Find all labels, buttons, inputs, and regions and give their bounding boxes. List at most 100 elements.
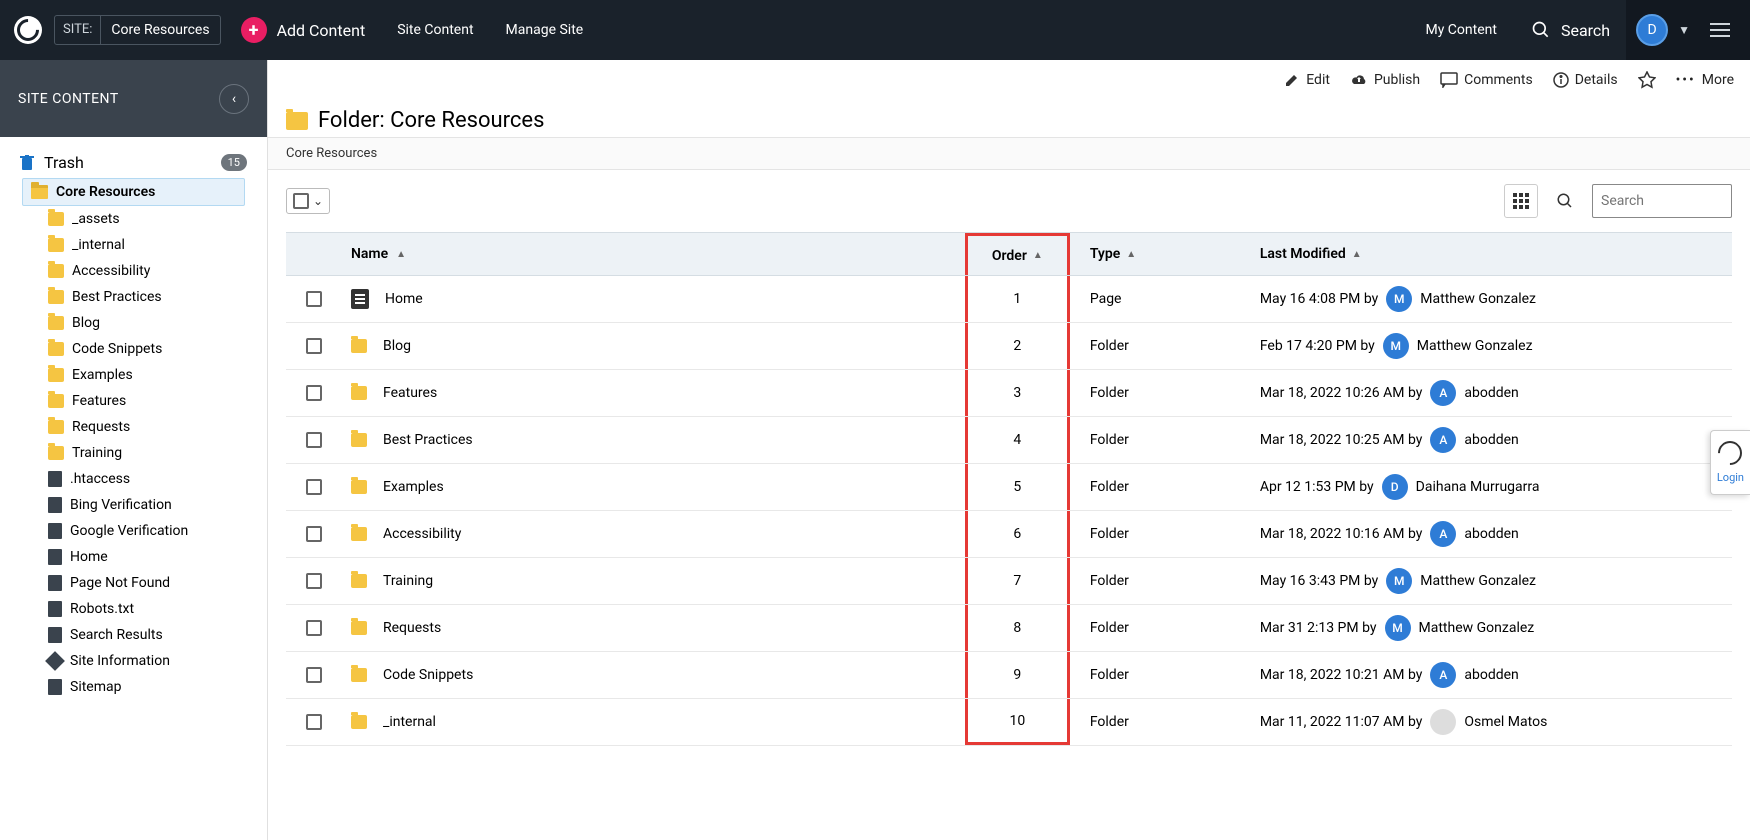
star-icon[interactable] [1638,71,1656,89]
row-checkbox[interactable] [306,291,322,307]
login-tab[interactable]: Login [1710,430,1750,495]
tree-item[interactable]: Google Verification [0,518,267,544]
row-user: Matthew Gonzalez [1417,338,1533,354]
col-name[interactable]: Name▲ [341,246,965,262]
col-type[interactable]: Type▲ [1070,246,1260,262]
col-modified[interactable]: Last Modified▲ [1260,246,1732,262]
chevron-down-icon[interactable]: ▼ [1678,23,1690,37]
publish-button[interactable]: Publish [1350,72,1420,88]
row-checkbox[interactable] [306,479,322,495]
tree-item[interactable]: Features [0,388,267,414]
row-checkbox[interactable] [306,385,322,401]
collapse-sidebar-button[interactable]: ‹ [219,84,249,114]
tree-item[interactable]: Sitemap [0,674,267,700]
tree-item[interactable]: Bing Verification [0,492,267,518]
tree-item[interactable]: Page Not Found [0,570,267,596]
tree-item[interactable]: .htaccess [0,466,267,492]
row-type: Folder [1090,573,1129,589]
tree-item[interactable]: Training [0,440,267,466]
folder-icon [48,238,64,252]
row-checkbox[interactable] [306,714,322,730]
tree-item[interactable]: Site Information [0,648,267,674]
comments-button[interactable]: Comments [1440,72,1533,88]
row-name: Blog [383,338,411,354]
details-button[interactable]: Details [1553,72,1618,88]
row-date: Mar 18, 2022 10:16 AM by [1260,526,1423,542]
sort-arrow-icon: ▲ [1126,249,1136,260]
col-order[interactable]: Order▲ [965,233,1070,275]
loading-icon [1713,436,1747,470]
table-row[interactable]: Accessibility6FolderMar 18, 2022 10:16 A… [286,511,1732,558]
my-content-link[interactable]: My Content [1407,22,1514,38]
table-row[interactable]: Home1PageMay 16 4:08 PM by M Matthew Gon… [286,276,1732,323]
more-button[interactable]: ••• More [1676,72,1734,88]
row-checkbox[interactable] [306,526,322,542]
grid-view-button[interactable] [1504,184,1538,218]
user-avatar[interactable]: D [1636,14,1668,46]
tree-root-selected[interactable]: Core Resources [22,178,245,206]
nav-site-content[interactable]: Site Content [397,22,473,38]
tree-item[interactable]: Robots.txt [0,596,267,622]
global-search[interactable]: Search [1515,20,1626,40]
trash-count: 15 [221,154,247,171]
page-title: Folder: Core Resources [318,108,544,133]
table-row[interactable]: Features3FolderMar 18, 2022 10:26 AM by … [286,370,1732,417]
row-checkbox[interactable] [306,573,322,589]
row-type: Folder [1090,620,1129,636]
table-row[interactable]: Blog2FolderFeb 17 4:20 PM by M Matthew G… [286,323,1732,370]
table-row[interactable]: Requests8FolderMar 31 2:13 PM by M Matth… [286,605,1732,652]
table-row[interactable]: Code Snippets9FolderMar 18, 2022 10:21 A… [286,652,1732,699]
row-checkbox[interactable] [306,667,322,683]
user-avatar-icon: A [1430,427,1456,453]
tree-item[interactable]: Examples [0,362,267,388]
table-row[interactable]: Best Practices4FolderMar 18, 2022 10:25 … [286,417,1732,464]
tree-item[interactable]: Accessibility [0,258,267,284]
nav-manage-site[interactable]: Manage Site [506,22,584,38]
tree-item[interactable]: Home [0,544,267,570]
tree-item[interactable]: Blog [0,310,267,336]
row-date: May 16 4:08 PM by [1260,291,1378,307]
info-icon [1553,72,1569,88]
content-table: Name▲ Order▲ Type▲ Last Modified▲ Home1P… [268,232,1750,840]
add-content-button[interactable]: + Add Content [241,17,366,43]
row-order: 5 [1013,479,1021,495]
tree-item[interactable]: Best Practices [0,284,267,310]
tree-item[interactable]: Requests [0,414,267,440]
table-row[interactable]: Examples5FolderApr 12 1:53 PM by D Daiha… [286,464,1732,511]
table-search-button[interactable] [1548,184,1582,218]
edit-button[interactable]: Edit [1284,72,1330,88]
page-icon [48,549,62,565]
row-checkbox[interactable] [306,338,322,354]
folder-icon [48,342,64,356]
folder-icon [351,527,367,541]
row-type: Folder [1090,526,1129,542]
tree-item[interactable]: Search Results [0,622,267,648]
tree-item-label: Page Not Found [70,575,170,591]
row-checkbox[interactable] [306,432,322,448]
folder-icon [351,668,367,682]
row-user: abodden [1464,432,1518,448]
tree-item-label: Site Information [70,653,170,669]
trash-link[interactable]: Trash 15 [0,147,267,178]
table-search-input[interactable] [1592,184,1732,218]
table-row[interactable]: _internal10FolderMar 11, 2022 11:07 AM b… [286,699,1732,746]
folder-icon [48,394,64,408]
tree-item[interactable]: _assets [0,206,267,232]
row-checkbox[interactable] [306,620,322,636]
row-order: 6 [1013,526,1021,542]
menu-icon[interactable] [1700,23,1740,37]
row-order: 10 [1009,713,1025,729]
breadcrumb[interactable]: Core Resources [268,137,1750,170]
row-type: Page [1090,291,1122,307]
row-type: Folder [1090,479,1129,495]
page-icon [351,289,369,309]
tree-item[interactable]: _internal [0,232,267,258]
row-type: Folder [1090,338,1129,354]
app-logo[interactable] [14,16,42,44]
plus-icon: + [241,17,267,43]
table-row[interactable]: Training7FolderMay 16 3:43 PM by M Matth… [286,558,1732,605]
select-all-checkbox[interactable]: ⌄ [286,188,330,214]
site-selector[interactable]: SITE: Core Resources [54,15,221,45]
tree-item[interactable]: Code Snippets [0,336,267,362]
folder-icon [351,386,367,400]
